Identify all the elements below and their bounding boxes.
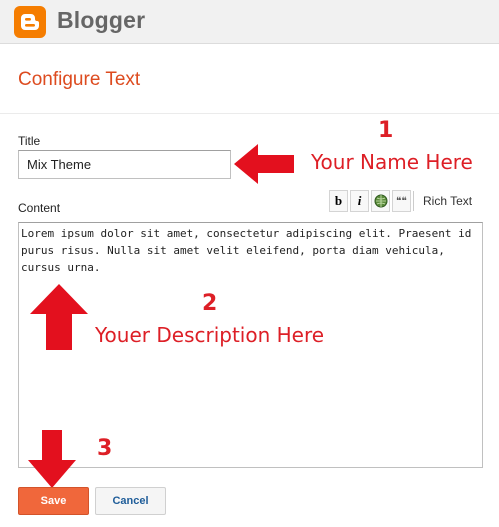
page-title: Configure Text	[18, 69, 141, 90]
link-button[interactable]	[371, 190, 390, 212]
left-arrow-icon	[234, 144, 294, 184]
title-input[interactable]	[18, 150, 231, 179]
content-label: Content	[18, 201, 61, 215]
top-bar: Blogger	[0, 0, 499, 44]
up-arrow-icon	[30, 284, 88, 350]
toolbar-separator	[413, 191, 414, 211]
step3-number: 3	[97, 436, 113, 461]
divider	[0, 113, 499, 114]
italic-button[interactable]: i	[350, 190, 369, 212]
rich-text-link[interactable]: Rich Text	[423, 194, 472, 208]
blogger-logo-icon[interactable]	[14, 6, 46, 38]
quote-button[interactable]: ❝❝	[392, 190, 411, 212]
step2-note: Youer Description Here	[95, 323, 325, 347]
brand-name: Blogger	[57, 7, 146, 33]
step1-note: Your Name Here	[311, 150, 473, 174]
title-label: Title	[18, 134, 41, 148]
save-button[interactable]: Save	[18, 487, 89, 515]
editor-toolbar: b i ❝❝	[329, 190, 413, 212]
step2-number: 2	[202, 291, 218, 316]
cancel-button[interactable]: Cancel	[95, 487, 166, 515]
step1-number: 1	[378, 118, 394, 143]
link-globe-icon	[374, 194, 387, 208]
bold-button[interactable]: b	[329, 190, 348, 212]
down-arrow-icon	[28, 430, 76, 488]
